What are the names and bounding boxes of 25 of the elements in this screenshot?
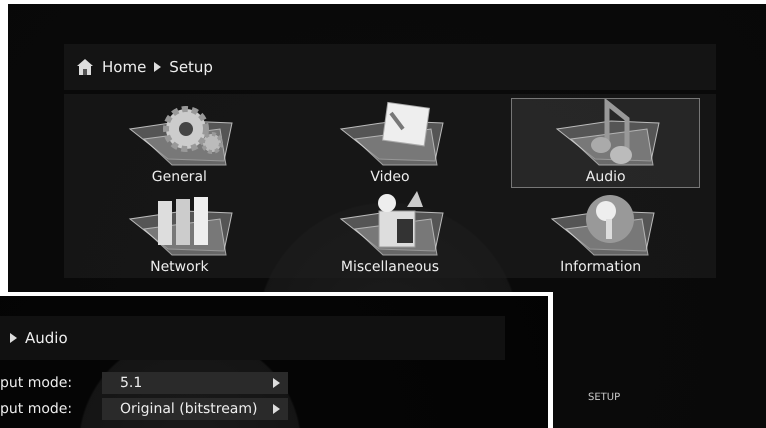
chevron-right-icon xyxy=(154,62,162,72)
menu-item-label: Miscellaneous xyxy=(340,259,440,275)
chevron-right-icon xyxy=(273,404,280,414)
setting-label: put mode: xyxy=(0,401,74,417)
setting-label: put mode: xyxy=(0,375,74,391)
chevron-right-icon xyxy=(10,333,17,343)
breadcrumb-link[interactable]: Home xyxy=(102,58,146,76)
chevron-right-icon xyxy=(273,378,280,388)
breadcrumb-link[interactable]: Setup xyxy=(169,58,213,76)
footer-label: SETUP xyxy=(588,392,620,403)
setup-menu-item[interactable]: Miscellaneous xyxy=(284,188,496,278)
setup-menu-item[interactable]: Network xyxy=(74,188,285,278)
menu-item-label: Audio xyxy=(586,169,626,185)
menu-item-label: General xyxy=(152,169,207,185)
menu-item-label: Information xyxy=(560,259,642,275)
setup-menu-item[interactable]: General xyxy=(74,98,285,188)
setting-dropdown[interactable]: Original (bitstream) xyxy=(102,398,288,420)
menu-item-label: Network xyxy=(150,259,209,275)
breadcrumb-link[interactable]: Audio xyxy=(25,329,68,347)
menu-item-label: Video xyxy=(370,169,410,185)
setup-menu-item[interactable]: Video xyxy=(284,98,496,188)
setting-dropdown[interactable]: 5.1 xyxy=(102,372,288,394)
setup-menu-item[interactable]: Information xyxy=(495,188,706,278)
home-icon xyxy=(76,58,94,76)
setup-menu-item[interactable]: Audio xyxy=(511,98,700,188)
